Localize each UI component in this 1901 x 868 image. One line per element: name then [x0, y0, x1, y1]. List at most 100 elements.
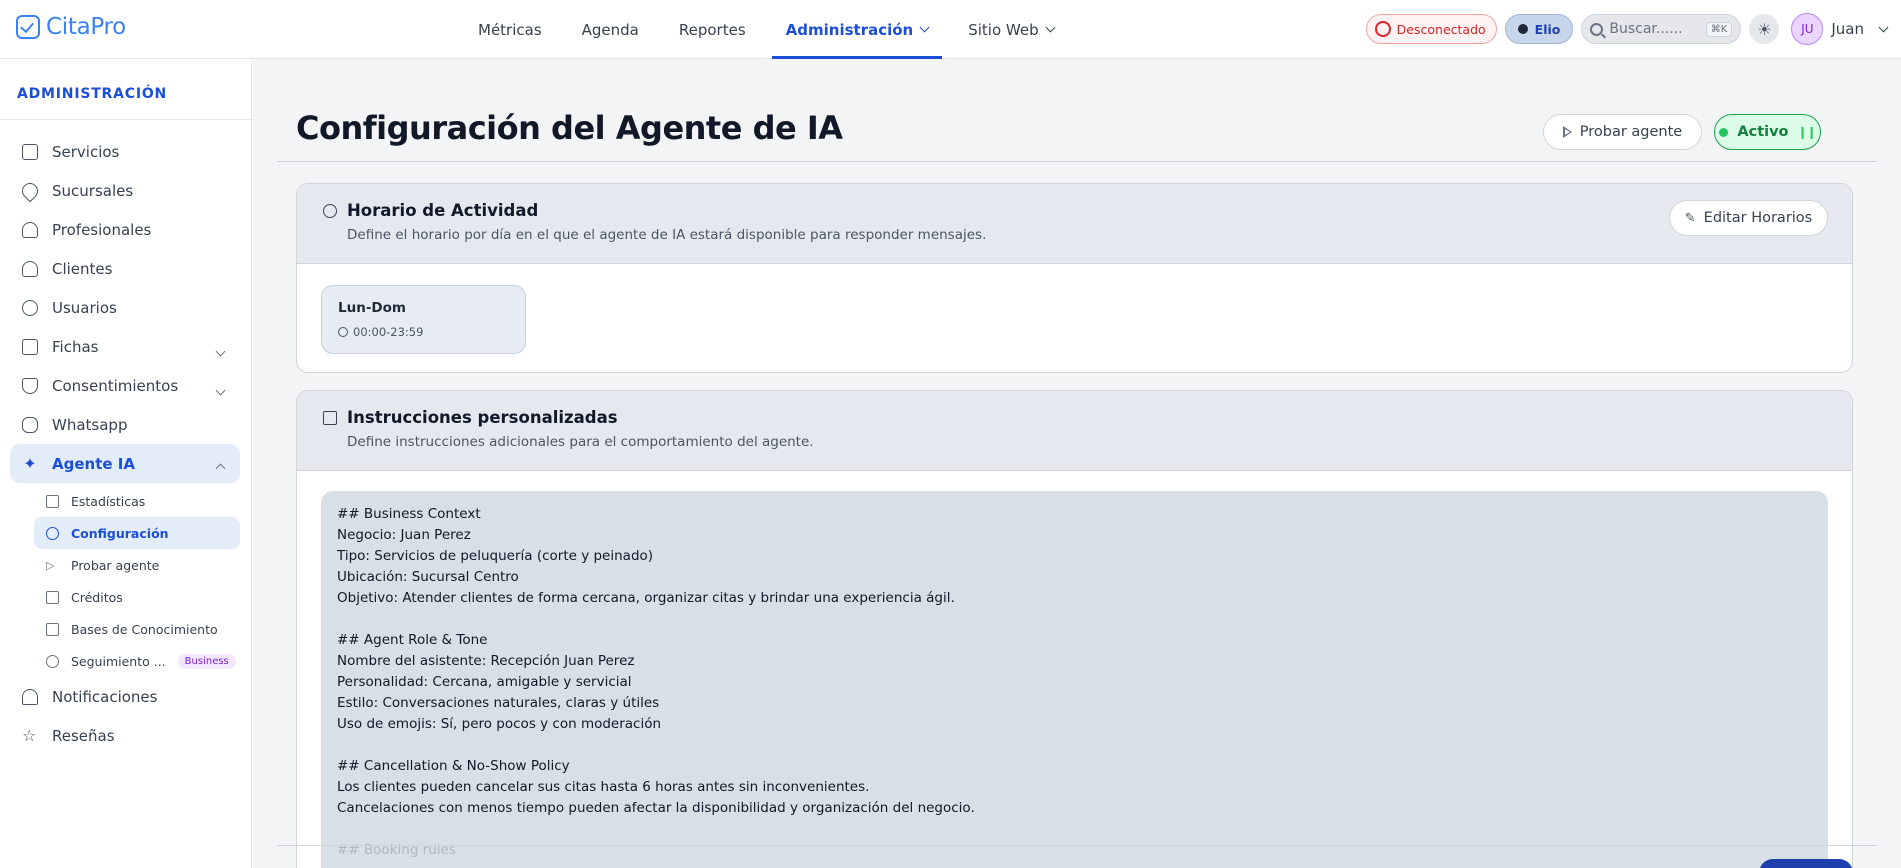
user-menu[interactable]: JU Juan [1791, 13, 1889, 45]
search-placeholder: Buscar...... [1609, 21, 1683, 37]
sun-icon: ☀ [1757, 19, 1772, 39]
save-button[interactable] [1759, 859, 1853, 868]
terminal-icon [323, 411, 337, 425]
refresh-icon [46, 654, 59, 668]
schedule-card: Horario de Actividad Define el horario p… [296, 183, 1853, 373]
bar-chart-icon [46, 494, 59, 508]
instructions-description: Define instrucciones adicionales para el… [347, 434, 814, 450]
subitem-estadisticas[interactable]: Estadísticas [34, 485, 240, 517]
business-badge: Business [177, 653, 236, 669]
top-bar: CitaPro Métricas Agenda Reportes Adminis… [0, 0, 1901, 59]
chevron-down-icon [209, 380, 226, 398]
agent-badge[interactable]: Elio [1504, 14, 1574, 44]
instruction-line: Cancelaciones con menos tiempo pueden af… [337, 800, 975, 816]
users-icon [22, 221, 38, 238]
pencil-icon: ✎ [1684, 210, 1696, 226]
instruction-line: ## Booking rules [337, 842, 456, 858]
instructions-title: Instrucciones personalizadas [347, 408, 618, 427]
instruction-line [337, 819, 1812, 840]
instruction-line: ## Business Context [337, 506, 481, 522]
box-icon [22, 143, 38, 160]
sidebar-item-whatsapp[interactable]: Whatsapp [10, 405, 240, 444]
instructions-card-header: Instrucciones personalizadas Define inst… [297, 391, 1852, 471]
shield-check-icon [22, 377, 38, 394]
play-icon: ▷ [46, 558, 55, 572]
page-title: Configuración del Agente de IA [296, 109, 843, 147]
avatar: JU [1791, 13, 1824, 45]
instruction-line: Estilo: Conversaciones naturales, claras… [337, 695, 660, 711]
pause-icon: ❙❙ [1797, 125, 1817, 139]
logo-check-icon [16, 15, 40, 39]
search-icon [1590, 22, 1604, 36]
instruction-line: Los clientes pueden cancelar sus citas h… [337, 779, 870, 795]
sidebar-list: Servicios Sucursales Profesionales Clien… [10, 132, 240, 755]
instruction-line: Tipo: Servicios de peluquería (corte y p… [337, 548, 654, 564]
instruction-line: Objetivo: Atender clientes de forma cerc… [337, 590, 955, 606]
search-input[interactable]: Buscar...... ⌘K [1581, 14, 1742, 44]
whatsapp-status-badge[interactable]: Desconectado [1365, 14, 1497, 44]
user-name: Juan [1831, 20, 1864, 38]
instruction-line [337, 609, 1812, 630]
subitem-configuracion[interactable]: Configuración [34, 517, 240, 549]
sidebar-item-consentimientos[interactable]: Consentimientos [10, 366, 240, 405]
sidebar-title: ADMINISTRACIÓN [17, 86, 168, 102]
search-shortcut: ⌘K [1705, 21, 1733, 37]
agent-status-toggle[interactable]: Activo ❙❙ [1714, 114, 1821, 150]
credit-card-icon [46, 590, 59, 604]
nav-metricas[interactable]: Métricas [458, 0, 562, 59]
instruction-line: Ubicación: Sucursal Centro [337, 569, 519, 585]
instruction-line: ## Agent Role & Tone [337, 632, 488, 648]
instruction-line [337, 735, 1812, 756]
sidebar-item-fichas[interactable]: Fichas [10, 327, 240, 366]
test-agent-button[interactable]: Probar agente [1543, 114, 1702, 150]
logo-text: CitaPro [46, 14, 126, 40]
top-right-controls: Desconectado Elio Buscar...... ⌘K ☀ JU J… [1365, 13, 1889, 45]
sidebar-item-sucursales[interactable]: Sucursales [10, 171, 240, 210]
sidebar-item-usuarios[interactable]: Usuarios [10, 288, 240, 327]
subitem-seguimiento[interactable]: Seguimiento ... Business [34, 645, 240, 677]
instructions-textarea[interactable]: ## Business Context Negocio: Juan Perez … [321, 491, 1828, 868]
instruction-line: ## Cancellation & No-Show Policy [337, 758, 570, 774]
schedule-card-header: Horario de Actividad Define el horario p… [297, 184, 1852, 264]
sidebar-item-servicios[interactable]: Servicios [10, 132, 240, 171]
chevron-down-icon [919, 22, 930, 33]
schedule-body: Lun-Dom 00:00-23:59 [297, 264, 1852, 372]
nav-sitio-web[interactable]: Sitio Web [948, 0, 1073, 59]
nav-administracion[interactable]: Administración [766, 0, 949, 59]
agente-ia-submenu: Estadísticas Configuración ▷ Probar agent… [34, 485, 240, 677]
chevron-down-icon [1878, 22, 1889, 32]
subitem-creditos[interactable]: Créditos [34, 581, 240, 613]
subitem-probar-agente[interactable]: ▷ Probar agente [34, 549, 240, 581]
sidebar-item-profesionales[interactable]: Profesionales [10, 210, 240, 249]
sidebar-item-agente-ia[interactable]: ✦ Agente IA [10, 444, 240, 483]
instruction-line: Negocio: Juan Perez [337, 527, 471, 543]
sidebar-item-resenas[interactable]: ☆ Reseñas [10, 716, 240, 755]
contacts-icon [22, 260, 38, 277]
user-circle-icon [22, 299, 38, 316]
book-icon [46, 622, 59, 636]
sidebar-item-notificaciones[interactable]: Notificaciones [10, 677, 240, 716]
nav-reportes[interactable]: Reportes [659, 0, 766, 59]
main-content: Configuración del Agente de IA Probar ag… [253, 59, 1901, 868]
instruction-line: Nombre del asistente: Recepción Juan Per… [337, 653, 635, 669]
map-pin-icon [18, 179, 42, 202]
subitem-bases-conocimiento[interactable]: Bases de Conocimiento [34, 613, 240, 645]
star-icon: ☆ [22, 725, 37, 745]
whatsapp-icon [1374, 21, 1391, 37]
sidebar-item-clientes[interactable]: Clientes [10, 249, 240, 288]
status-dot-icon [1719, 127, 1729, 137]
main-nav: Métricas Agenda Reportes Administración … [458, 0, 1074, 59]
theme-toggle-button[interactable]: ☀ [1749, 14, 1780, 44]
instruction-line: Uso de emojis: Sí, pero pocos y con mode… [337, 716, 662, 732]
settings-icon [46, 526, 59, 540]
schedule-description: Define el horario por día en el que el a… [347, 227, 987, 243]
nav-agenda[interactable]: Agenda [562, 0, 659, 59]
instructions-body: ## Business Context Negocio: Juan Perez … [297, 471, 1852, 868]
app-logo[interactable]: CitaPro [16, 14, 126, 40]
edit-schedule-button[interactable]: ✎ Editar Horarios [1669, 200, 1828, 236]
play-icon [1562, 126, 1572, 138]
schedule-slot[interactable]: Lun-Dom 00:00-23:59 [321, 285, 526, 354]
bottom-divider [277, 845, 1877, 846]
clock-icon [323, 204, 337, 218]
sidebar-divider [0, 119, 252, 120]
